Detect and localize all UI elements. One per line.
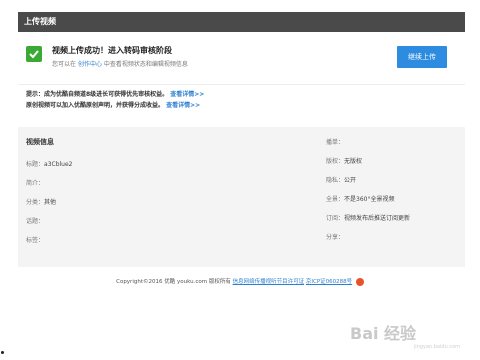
info-value: a3Cblue2 [44,161,73,168]
footer-icp-link[interactable]: 京ICP证060288号 [306,279,352,285]
video-info-panel: 视频信息 标题：a3Cblue2 简介： 分类：其他 话题： 标签： 播单： 版… [18,127,465,267]
info-value: 无版权 [344,158,363,165]
info-row-subscribe: 订阅：视频发布后推送订阅更新 [326,213,461,232]
success-subtitle: 您可以在 创作中心 中查看视频状态和编辑视频信息 [52,59,188,68]
info-label: 简介： [26,180,45,187]
tip-2-text: 原创视频可以加入优酷原创声明，并获得分成收益。 [26,102,165,109]
tips: 提示：成为优酷自频道8级进长可获得优先审核权益。 查看详情>> 原创视频可以加入… [18,85,465,111]
info-label: 隐私： [326,177,345,184]
watermark-logo: Bai 经验 jingyan.baidu.com [350,320,460,350]
info-value: 公开 [344,177,357,184]
tip-2: 原创视频可以加入优酷原创声明，并获得分成收益。 查看详情>> [26,100,457,111]
info-label: 播单： [326,139,345,146]
footer-license-link[interactable]: 信息网络传播视听节目许可证 [233,279,305,285]
shield-badge-icon[interactable] [355,277,364,286]
info-row-title: 标题：a3Cblue2 [26,159,296,178]
creator-center-link[interactable]: 创作中心 [78,61,102,68]
upload-page: 上传视频 视频上传成功！进入转码审核阶段 您可以在 创作中心 中查看视频状态和编… [18,12,465,267]
tip-2-more-link[interactable]: 查看详情>> [166,102,200,109]
footer-copyright: Copyright©2016 优酷 youku.com 版权所有 [116,279,231,285]
dot-mark [1,351,4,354]
info-label: 标题： [26,161,45,168]
info-value: 视频发布后推送订阅更新 [344,215,411,222]
info-value: 不是360°全景视频 [344,196,395,203]
info-label: 订阅： [326,215,345,222]
info-row-panorama: 全景：不是360°全景视频 [326,194,461,213]
tip-1-more-link[interactable]: 查看详情>> [170,91,204,98]
video-info-left: 视频信息 标题：a3Cblue2 简介： 分类：其他 话题： 标签： [26,133,296,254]
info-label: 话题： [26,218,45,225]
info-label: 分类： [26,199,45,206]
info-label: 全景： [326,196,345,203]
page-title: 上传视频 [18,12,465,32]
continue-upload-button[interactable]: 继续上传 [397,46,447,68]
info-row-playlist: 播单： [326,137,461,156]
success-sub-suffix: 中查看视频状态和编辑视频信息 [103,61,188,68]
info-row-privacy: 隐私：公开 [326,175,461,194]
upload-success-panel: 视频上传成功！进入转码审核阶段 您可以在 创作中心 中查看视频状态和编辑视频信息… [18,32,465,85]
check-icon [26,46,42,62]
info-label: 版权： [326,158,345,165]
watermark-brand: Bai 经验 [350,324,417,343]
video-info-right: 播单： 版权：无版权 隐私：公开 全景：不是360°全景视频 订阅：视频发布后推… [326,133,461,251]
info-value: 其他 [44,199,57,206]
tip-1: 提示：成为优酷自频道8级进长可获得优先审核权益。 查看详情>> [26,89,457,100]
info-label: 标签： [26,237,45,244]
info-row-topic: 话题： [26,216,296,235]
tip-1-text: 提示：成为优酷自频道8级进长可获得优先审核权益。 [26,91,169,98]
video-info-heading: 视频信息 [26,138,54,146]
info-row-tags: 标签： [26,235,296,254]
info-row-intro: 简介： [26,178,296,197]
footer: Copyright©2016 优酷 youku.com 版权所有 信息网络传播视… [0,277,480,286]
success-title: 视频上传成功！进入转码审核阶段 [52,46,172,55]
watermark-sub: jingyan.baidu.com [413,344,460,350]
info-row-category: 分类：其他 [26,197,296,216]
info-row-share: 分享： [326,232,461,251]
success-sub-prefix: 您可以在 [52,61,77,68]
info-row-copyright: 版权：无版权 [326,156,461,175]
info-label: 分享： [326,234,345,241]
